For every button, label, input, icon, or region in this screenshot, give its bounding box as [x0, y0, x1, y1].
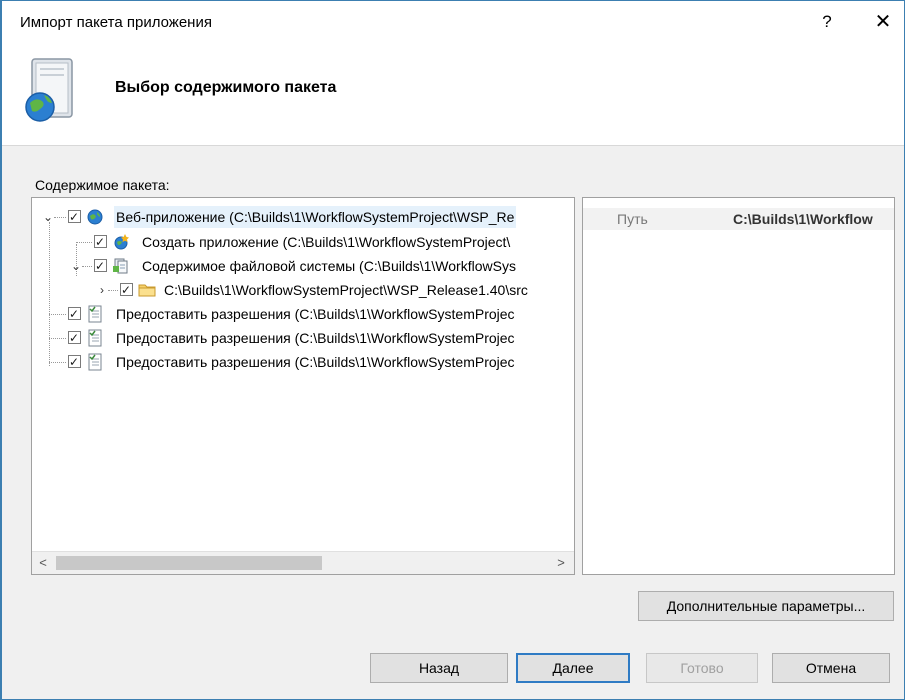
tree-item-label: Предоставить разрешения (C:\Builds\1\Wor…: [116, 354, 515, 370]
cancel-button[interactable]: Отмена: [772, 653, 890, 683]
help-button[interactable]: ?: [812, 9, 842, 35]
checkbox[interactable]: [120, 279, 133, 301]
tree-item-label: Предоставить разрешения (C:\Builds\1\Wor…: [116, 306, 515, 322]
create-app-icon: [114, 234, 129, 250]
tree-item-web-app[interactable]: ⌄ Веб-приложение (C:\Builds\1\WorkflowSy…: [32, 206, 574, 228]
scroll-thumb[interactable]: [56, 556, 322, 570]
page-title: Выбор содержимого пакета: [115, 79, 337, 96]
tree-item-permissions-2[interactable]: Предоставить разрешения (C:\Builds\1\Wor…: [32, 327, 574, 349]
tree-item-label: C:\Builds\1\WorkflowSystemProject\WSP_Re…: [164, 282, 528, 298]
properties-panel: Путь C:\Builds\1\Workflow: [582, 197, 895, 575]
globe-icon: [87, 209, 103, 225]
property-value: C:\Builds\1\Workflow: [733, 211, 873, 227]
file-system-icon: [113, 258, 128, 274]
scroll-right-arrow-icon[interactable]: >: [554, 554, 568, 572]
wizard-header: Выбор содержимого пакета: [2, 37, 904, 146]
folder-icon: [138, 284, 156, 297]
tree-item-file-system[interactable]: ⌄ Содержимое файловой системы (C:\Builds…: [32, 255, 574, 277]
tree-item-permissions-3[interactable]: Предоставить разрешения (C:\Builds\1\Wor…: [32, 351, 574, 373]
back-button[interactable]: Назад: [370, 653, 508, 683]
finish-button: Готово: [646, 653, 758, 683]
tree-item-permissions-1[interactable]: Предоставить разрешения (C:\Builds\1\Wor…: [32, 303, 574, 325]
package-contents-label: Содержимое пакета:: [35, 177, 170, 193]
collapse-chevron-icon[interactable]: ⌄: [42, 206, 54, 228]
checkbox[interactable]: [68, 351, 81, 373]
checkbox[interactable]: [94, 231, 107, 253]
import-package-dialog: Импорт пакета приложения ? ✕ Выбор содер…: [0, 0, 905, 700]
horizontal-scrollbar[interactable]: < >: [32, 551, 574, 574]
collapse-chevron-icon[interactable]: ⌄: [70, 255, 82, 277]
tree-item-label: Предоставить разрешения (C:\Builds\1\Wor…: [116, 330, 515, 346]
title-bar: Импорт пакета приложения ? ✕: [2, 1, 904, 37]
tree-item-label: Содержимое файловой системы (C:\Builds\1…: [142, 258, 516, 274]
property-row-path[interactable]: Путь C:\Builds\1\Workflow: [583, 208, 894, 230]
tree-item-create-app[interactable]: Создать приложение (C:\Builds\1\Workflow…: [32, 231, 574, 253]
tree-item-label: Веб-приложение (C:\Builds\1\WorkflowSyst…: [114, 206, 517, 228]
checkbox[interactable]: [94, 255, 107, 277]
checkbox[interactable]: [68, 303, 81, 325]
checkbox[interactable]: [68, 327, 81, 349]
permissions-icon: [88, 329, 102, 347]
next-button[interactable]: Далее: [516, 653, 630, 683]
advanced-settings-button[interactable]: Дополнительные параметры...: [638, 591, 894, 621]
tree-item-folder[interactable]: › C:\Builds\1\WorkflowSystemProject\WSP_…: [32, 279, 574, 301]
scroll-left-arrow-icon[interactable]: <: [36, 554, 50, 572]
expand-chevron-icon[interactable]: ›: [96, 279, 108, 301]
close-button[interactable]: ✕: [868, 9, 898, 35]
checkbox[interactable]: [68, 206, 81, 228]
window-title: Импорт пакета приложения: [20, 14, 212, 31]
property-name: Путь: [617, 211, 648, 227]
permissions-icon: [88, 353, 102, 371]
tree-item-label: Создать приложение (C:\Builds\1\Workflow…: [142, 234, 511, 250]
package-globe-icon: [25, 58, 73, 122]
permissions-icon: [88, 305, 102, 323]
package-contents-tree[interactable]: ⌄ Веб-приложение (C:\Builds\1\WorkflowSy…: [31, 197, 575, 575]
